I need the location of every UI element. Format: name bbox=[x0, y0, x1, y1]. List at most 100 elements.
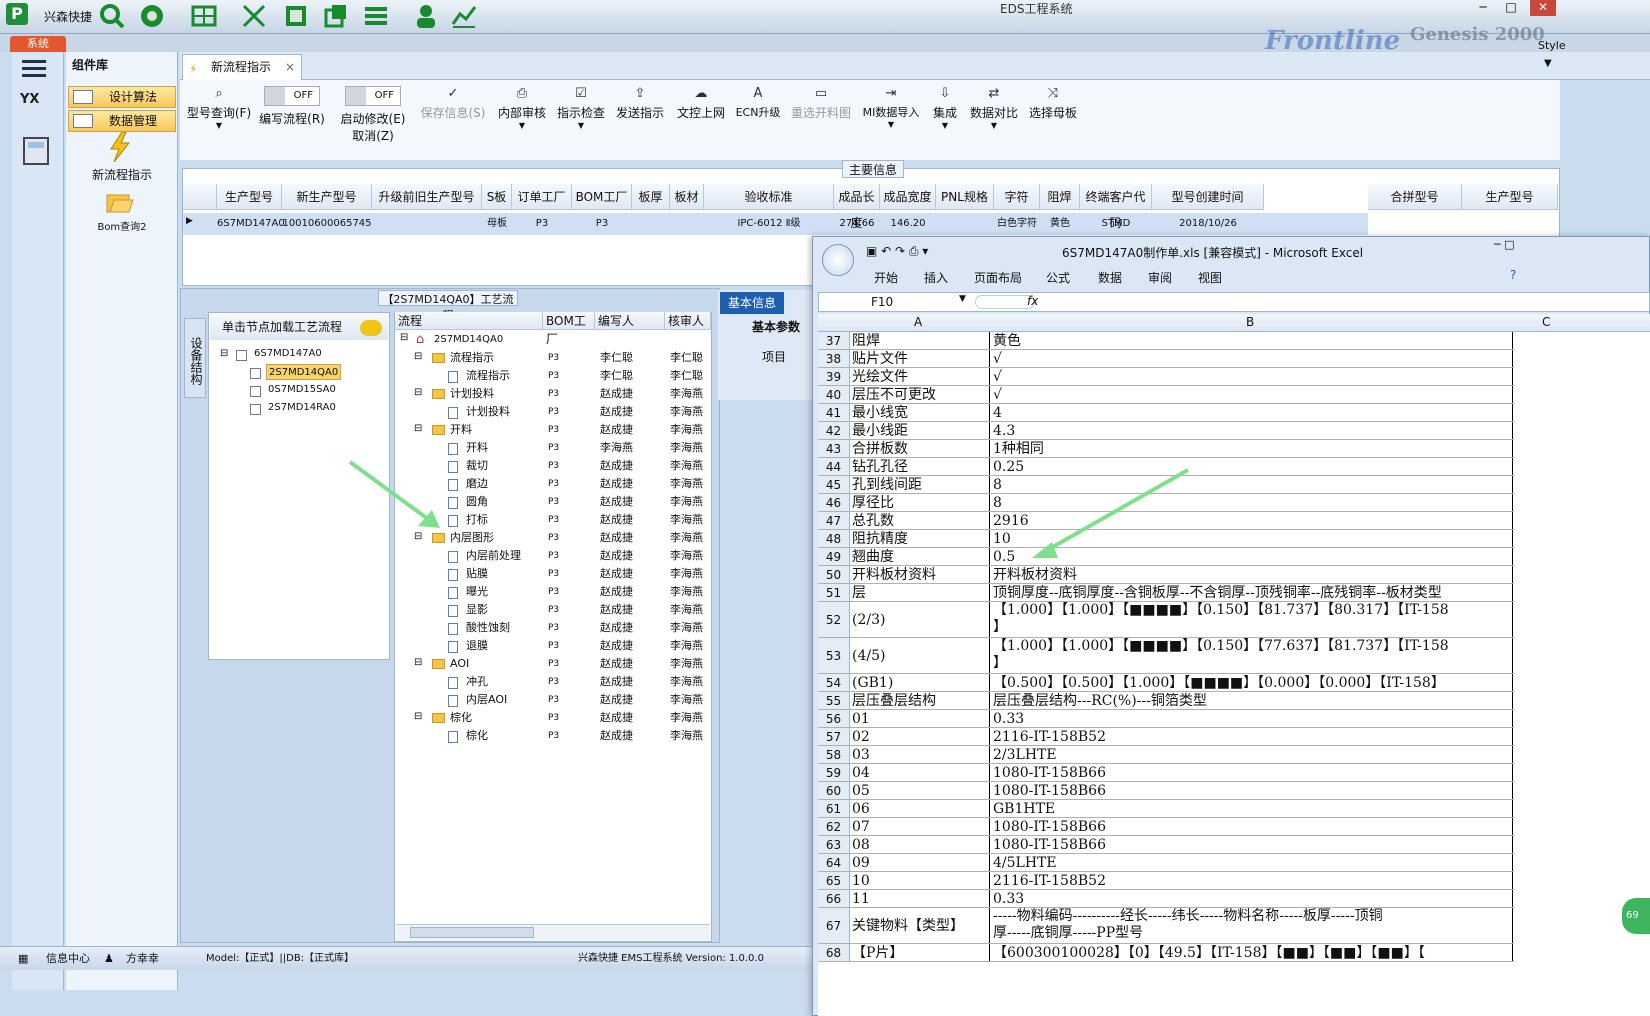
flow-step-name[interactable]: 流程指示 bbox=[466, 367, 510, 385]
row-number[interactable]: 47 bbox=[818, 512, 850, 529]
flow-writer[interactable]: 李海燕 bbox=[600, 439, 633, 457]
edit-flow-toggle[interactable]: OFF 编写流程(R) bbox=[258, 86, 326, 146]
row-number[interactable]: 38 bbox=[818, 350, 850, 367]
flow-step-name[interactable]: 棕化 bbox=[450, 709, 472, 727]
cell-a[interactable]: 最小线宽 bbox=[852, 404, 990, 421]
table-cell[interactable]: 母板 bbox=[482, 214, 512, 234]
ribbon-tab[interactable]: 公式 bbox=[1046, 269, 1070, 286]
flow-reviewer[interactable]: 李海燕 bbox=[670, 403, 703, 421]
sheet-row[interactable]: 64 09 4/5LHTE bbox=[818, 854, 1514, 872]
comment-icon[interactable] bbox=[360, 320, 382, 336]
table-cell[interactable]: 白色字符 bbox=[994, 214, 1040, 234]
flow-reviewer[interactable]: 李海燕 bbox=[670, 691, 703, 709]
system-tab[interactable]: 系统 bbox=[10, 36, 66, 52]
table-icon[interactable] bbox=[362, 2, 390, 30]
grid-icon[interactable] bbox=[190, 2, 218, 30]
flow-reviewer[interactable]: 李海燕 bbox=[670, 421, 703, 439]
flow-reviewer[interactable]: 李海燕 bbox=[670, 655, 703, 673]
row-number[interactable]: 49 bbox=[818, 548, 850, 565]
flow-reviewer[interactable]: 李海燕 bbox=[670, 493, 703, 511]
tree-node-selected[interactable]: 2S7MD14QA0 bbox=[266, 364, 342, 380]
horizontal-scrollbar[interactable] bbox=[396, 924, 710, 940]
ribbon-tab[interactable]: 数据 bbox=[1098, 269, 1122, 286]
row-number[interactable]: 40 bbox=[818, 386, 850, 403]
yx-icon[interactable]: YX bbox=[20, 92, 54, 126]
quick-access-icons[interactable]: ▣ ↶ ↷ ⎙ ▾ bbox=[866, 244, 928, 259]
flow-writer[interactable]: 赵成捷 bbox=[600, 637, 633, 655]
flow-root[interactable]: 2S7MD14QA0 bbox=[434, 331, 503, 349]
cell-b[interactable]: 1080-IT-158B66 bbox=[993, 836, 1513, 853]
flow-bom[interactable]: P3 bbox=[548, 655, 559, 673]
sheet-row[interactable]: 43 合拼板数 1种相同 bbox=[818, 440, 1514, 458]
flow-writer[interactable]: 赵成捷 bbox=[600, 493, 633, 511]
column-header[interactable]: A bbox=[914, 315, 922, 329]
row-number[interactable]: 65 bbox=[818, 872, 850, 889]
flow-writer[interactable]: 赵成捷 bbox=[600, 511, 633, 529]
fx-icon[interactable]: fx bbox=[1027, 294, 1038, 308]
cell-a[interactable]: 06 bbox=[852, 800, 990, 817]
minimize-button[interactable]: ─ bbox=[1470, 0, 1496, 16]
row-number[interactable]: 52 bbox=[818, 602, 850, 637]
cell-b[interactable]: 4 bbox=[993, 404, 1513, 421]
tree-toggle-icon[interactable]: ⊟ bbox=[414, 711, 422, 722]
cell-b[interactable]: 0.33 bbox=[993, 710, 1513, 727]
row-number[interactable]: 66 bbox=[818, 890, 850, 907]
cell-a[interactable]: 厚径比 bbox=[852, 494, 990, 511]
sheet-row[interactable]: 41 最小线宽 4 bbox=[818, 404, 1514, 422]
help-icon[interactable]: ? bbox=[1510, 268, 1516, 282]
lightning-icon[interactable] bbox=[108, 132, 132, 162]
column-header[interactable]: B bbox=[1246, 315, 1254, 329]
flow-step-name[interactable]: 磨边 bbox=[466, 475, 488, 493]
flow-reviewer[interactable]: 李海燕 bbox=[670, 583, 703, 601]
cell-b[interactable]: 开料板材资料 bbox=[993, 566, 1513, 583]
search-icon[interactable] bbox=[98, 2, 126, 30]
cell-a[interactable]: 翘曲度 bbox=[852, 548, 990, 565]
flow-bom[interactable]: P3 bbox=[548, 367, 559, 385]
flow-reviewer[interactable]: 李海燕 bbox=[670, 385, 703, 403]
cell-a[interactable]: (2/3) bbox=[852, 602, 990, 637]
flow-step-name[interactable]: 打标 bbox=[466, 511, 488, 529]
cell-a[interactable]: 03 bbox=[852, 746, 990, 763]
ecn-upgrade-button[interactable]: A ECN升级 bbox=[734, 86, 782, 146]
ribbon-tab[interactable]: 开始 bbox=[874, 269, 898, 286]
cell-a[interactable]: 孔到线间距 bbox=[852, 476, 990, 493]
tree-toggle-icon[interactable]: ⊟ bbox=[414, 387, 422, 398]
row-number[interactable]: 43 bbox=[818, 440, 850, 457]
flow-reviewer[interactable]: 李海燕 bbox=[670, 547, 703, 565]
sheet-row[interactable]: 63 08 1080-IT-158B66 bbox=[818, 836, 1514, 854]
cell-a[interactable]: 层压不可更改 bbox=[852, 386, 990, 403]
cell-b[interactable]: GB1HTE bbox=[993, 800, 1513, 817]
row-number[interactable]: 53 bbox=[818, 638, 850, 673]
cell-a[interactable]: 04 bbox=[852, 764, 990, 781]
flow-writer[interactable]: 赵成捷 bbox=[600, 421, 633, 439]
cell-b[interactable]: √ bbox=[993, 368, 1513, 385]
cell-b[interactable]: -----物料编码----------经长-----纬长-----物料名称---… bbox=[993, 908, 1513, 943]
flow-writer[interactable]: 李仁聪 bbox=[600, 367, 633, 385]
tree-checkbox[interactable] bbox=[250, 368, 261, 379]
table-cell[interactable]: STMD bbox=[1080, 214, 1152, 234]
row-number[interactable]: 41 bbox=[818, 404, 850, 421]
tree-toggle-icon[interactable]: ⊟ bbox=[414, 423, 422, 434]
reselect-cut-button[interactable]: ▭ 重选开料图 bbox=[788, 86, 854, 146]
flow-writer[interactable]: 李仁聪 bbox=[600, 349, 633, 367]
flow-bom[interactable]: P3 bbox=[548, 439, 559, 457]
flow-bom[interactable]: P3 bbox=[548, 475, 559, 493]
scissors-icon[interactable] bbox=[240, 2, 268, 30]
column-header[interactable]: 新生产型号 bbox=[282, 184, 372, 210]
copy-icon[interactable] bbox=[322, 2, 350, 30]
cell-a[interactable]: 02 bbox=[852, 728, 990, 745]
row-number[interactable]: 67 bbox=[818, 908, 850, 943]
sheet-row[interactable]: 50 开料板材资料 开料板材资料 bbox=[818, 566, 1514, 584]
flow-bom[interactable]: P3 bbox=[548, 583, 559, 601]
column-header[interactable]: S板 bbox=[482, 184, 512, 210]
flow-writer[interactable]: 赵成捷 bbox=[600, 475, 633, 493]
flow-writer[interactable]: 赵成捷 bbox=[600, 619, 633, 637]
flow-step-name[interactable]: 冲孔 bbox=[466, 673, 488, 691]
column-header[interactable]: 终端客户代码 bbox=[1080, 184, 1152, 230]
column-header[interactable]: 流程 bbox=[395, 312, 543, 330]
flow-reviewer[interactable]: 李海燕 bbox=[670, 565, 703, 583]
row-number[interactable]: 42 bbox=[818, 422, 850, 439]
flow-writer[interactable]: 赵成捷 bbox=[600, 547, 633, 565]
calculator-icon[interactable] bbox=[22, 136, 52, 166]
flow-step-name[interactable]: 酸性蚀刻 bbox=[466, 619, 510, 637]
